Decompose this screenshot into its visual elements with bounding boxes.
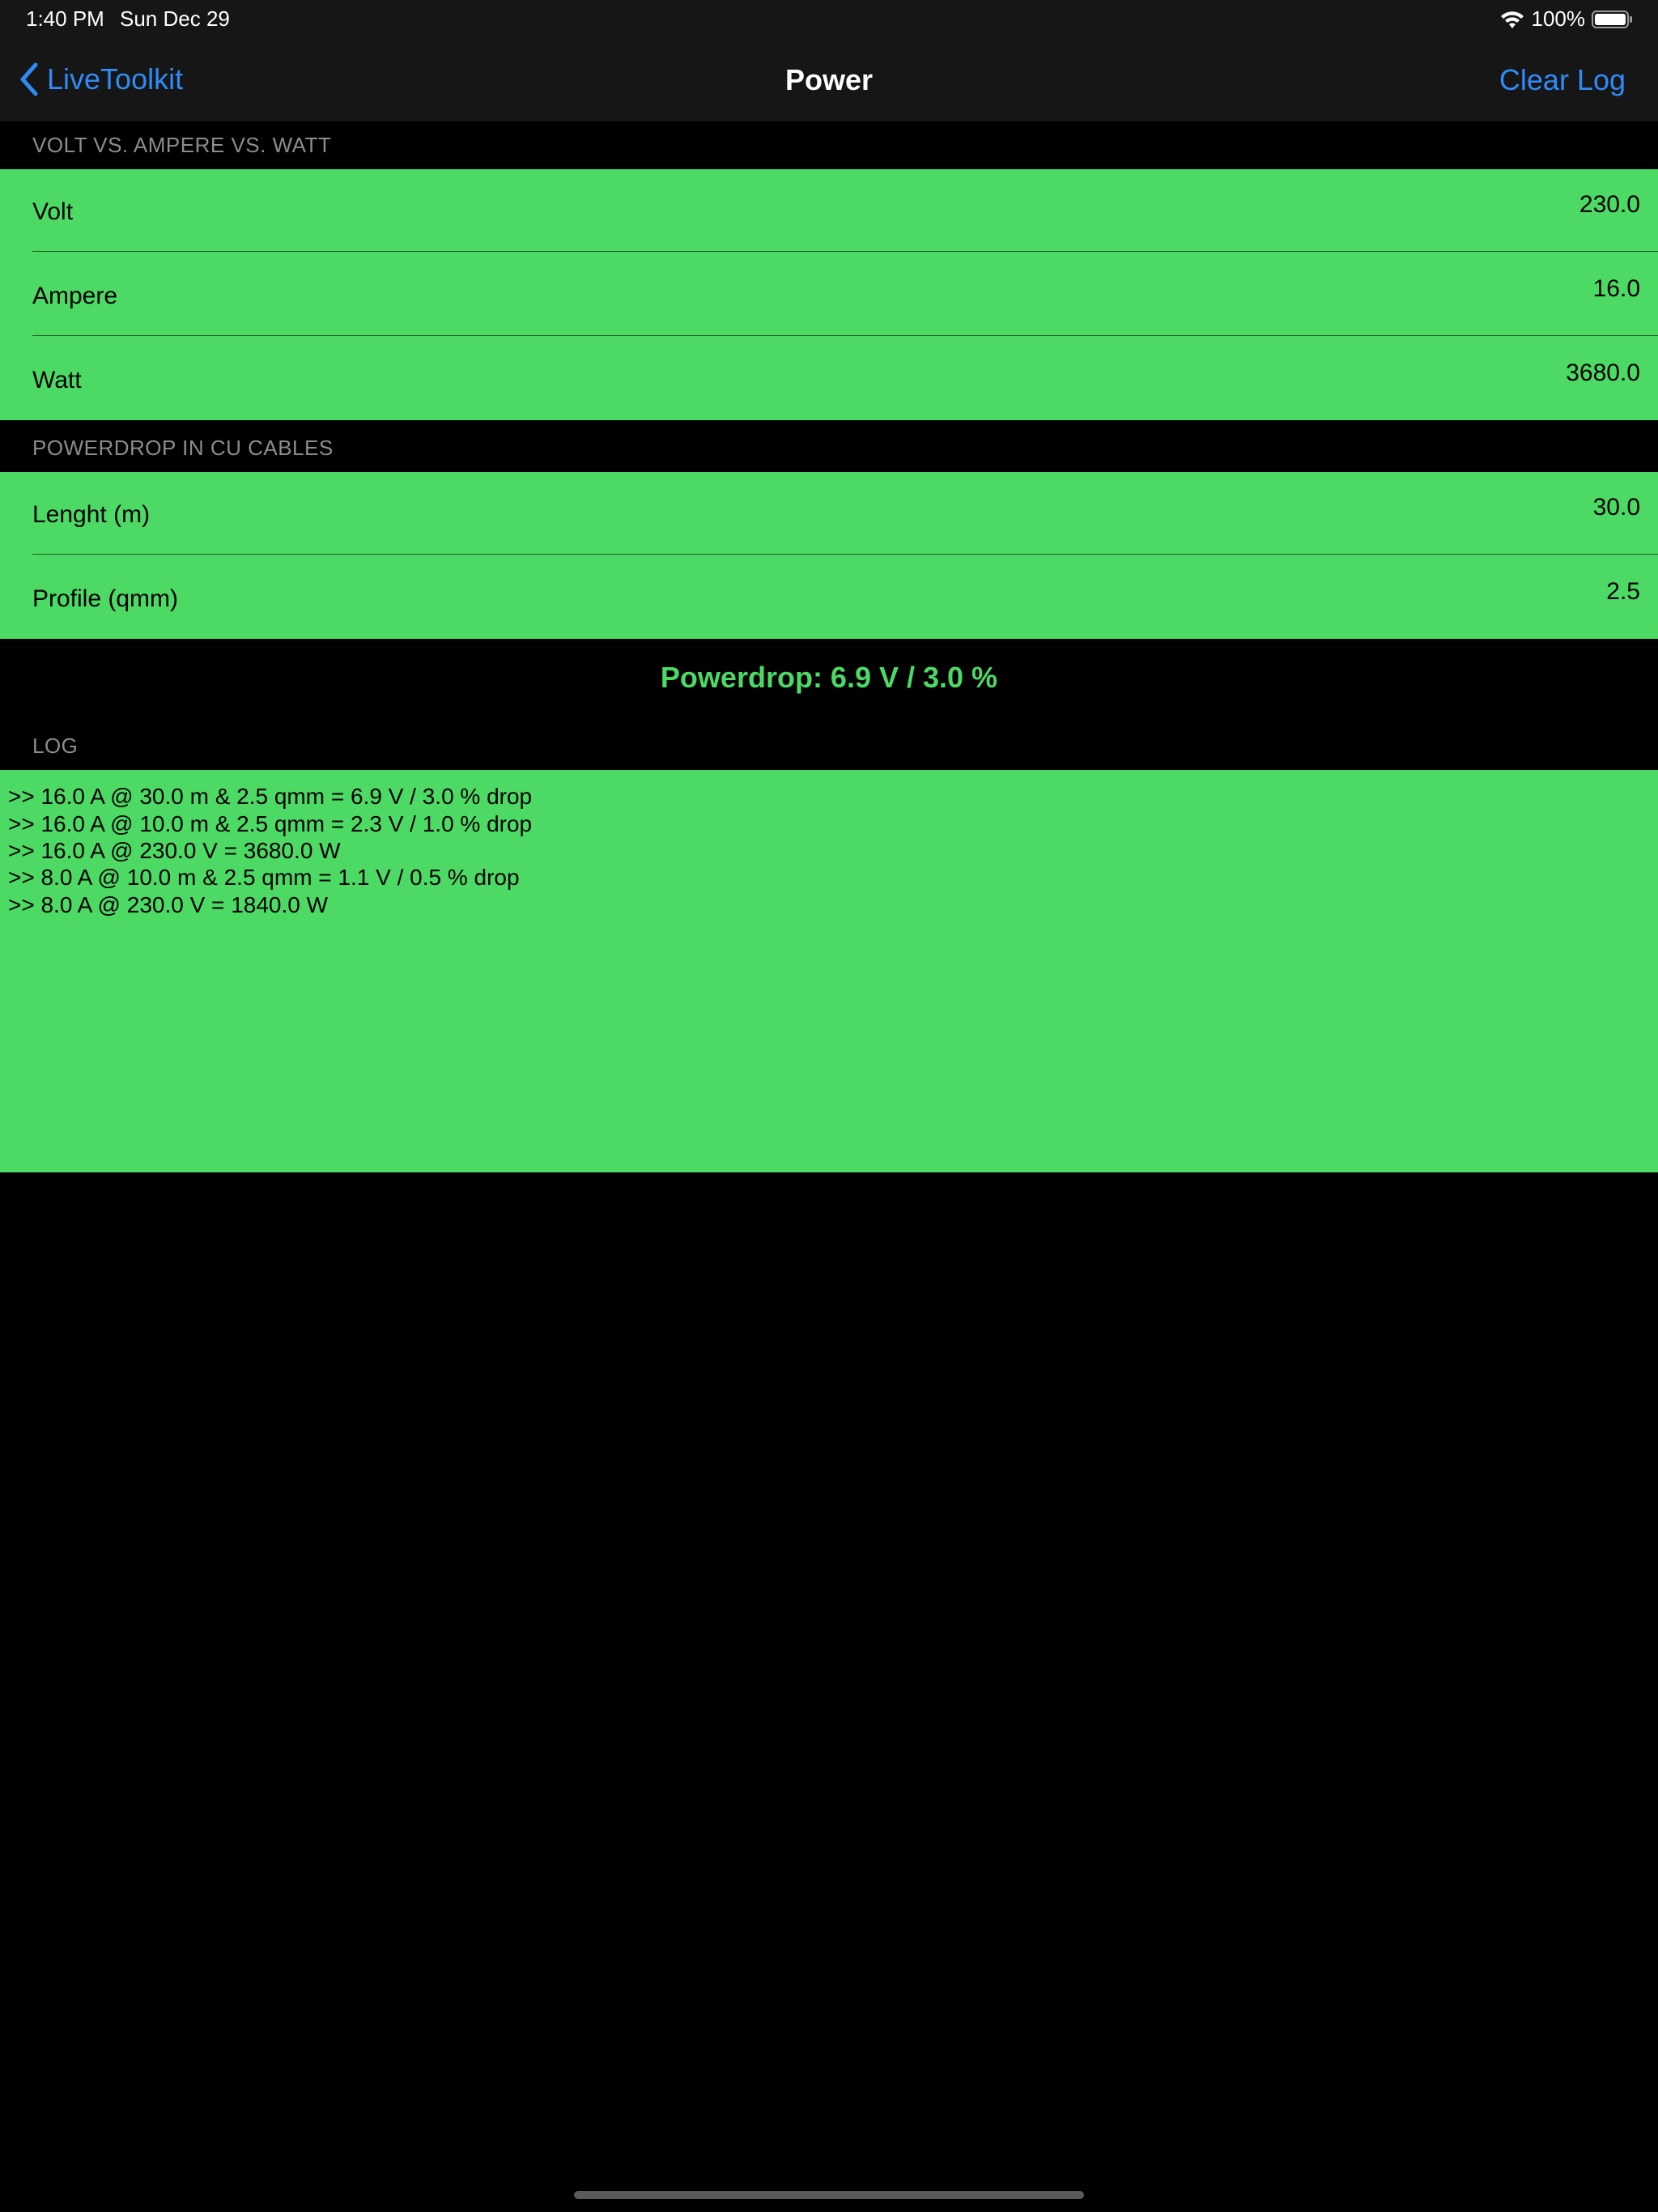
row-volt[interactable]: Volt: [0, 169, 1658, 253]
power-group: Volt Ampere Watt: [0, 169, 1658, 420]
row-profile[interactable]: Profile (qmm): [0, 556, 1658, 640]
section-header-cable: POWERDROP IN CU CABLES: [32, 436, 334, 460]
powerdrop-result: Powerdrop: 6.9 V / 3.0 %: [660, 661, 998, 694]
ampere-label: Ampere: [32, 283, 118, 309]
profile-input[interactable]: [1315, 577, 1642, 606]
row-watt[interactable]: Watt: [0, 338, 1658, 422]
volt-label: Volt: [32, 198, 74, 225]
row-ampere[interactable]: Ampere: [0, 253, 1658, 338]
log-line: >> 8.0 A @ 10.0 m & 2.5 qmm = 1.1 V / 0.…: [8, 865, 520, 890]
battery-icon: [1592, 9, 1634, 30]
log-line: >> 16.0 A @ 230.0 V = 3680.0 W: [8, 838, 341, 863]
status-time: 1:40 PM: [26, 6, 104, 31]
section-header-power: VOLT VS. AMPERE VS. WATT: [32, 133, 332, 157]
row-divider: [32, 335, 1658, 336]
battery-percent: 100%: [1531, 6, 1586, 31]
row-divider: [32, 251, 1658, 252]
wifi-icon: [1499, 9, 1525, 30]
section-header-log: LOG: [32, 734, 79, 758]
watt-input[interactable]: [1315, 359, 1642, 388]
home-indicator[interactable]: [574, 2191, 1084, 2199]
row-divider: [32, 554, 1658, 555]
log-view[interactable]: >> 16.0 A @ 30.0 m & 2.5 qmm = 6.9 V / 3…: [0, 770, 1658, 1172]
cable-group: Lenght (m) Profile (qmm): [0, 472, 1658, 639]
log-line: >> 16.0 A @ 30.0 m & 2.5 qmm = 6.9 V / 3…: [8, 784, 533, 809]
watt-label: Watt: [32, 367, 82, 393]
log-line: >> 16.0 A @ 10.0 m & 2.5 qmm = 2.3 V / 1…: [8, 811, 533, 836]
status-right: 100%: [1499, 6, 1635, 32]
length-label: Lenght (m): [32, 501, 151, 528]
page-title: Power: [784, 63, 874, 96]
volt-input[interactable]: [1315, 190, 1642, 219]
status-bar: 1:40 PM Sun Dec 29 100%: [0, 0, 1658, 39]
ampere-input[interactable]: [1315, 274, 1642, 304]
profile-label: Profile (qmm): [32, 585, 179, 612]
navigation-bar: LiveToolkit Power Clear Log: [0, 39, 1658, 121]
row-length[interactable]: Lenght (m): [0, 472, 1658, 556]
log-line: >> 8.0 A @ 230.0 V = 1840.0 W: [8, 892, 329, 917]
clear-log-button[interactable]: Clear Log: [1499, 63, 1626, 97]
status-date: Sun Dec 29: [120, 6, 230, 31]
length-input[interactable]: [1315, 493, 1642, 522]
